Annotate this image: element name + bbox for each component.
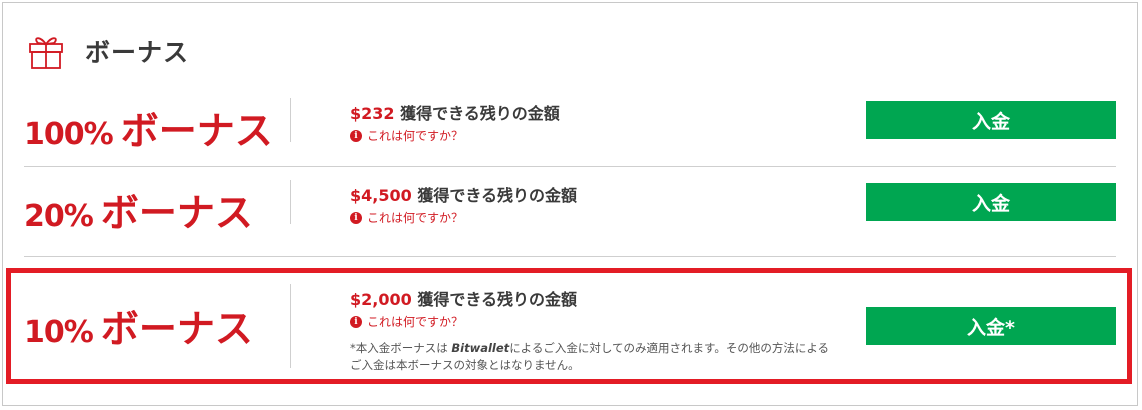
amount-line: $232 獲得できる残りの金額: [350, 100, 560, 124]
help-link-label[interactable]: これは何ですか？: [367, 127, 463, 144]
remaining-amount: $232: [350, 104, 395, 123]
amount-line: $4,500 獲得できる残りの金額: [350, 182, 577, 206]
info-icon: i: [350, 129, 362, 142]
bonus-percent: 10%: [24, 315, 94, 350]
deposit-button[interactable]: 入金: [866, 101, 1116, 139]
vertical-divider: [290, 284, 291, 368]
help-link[interactable]: i これは何ですか？: [350, 313, 840, 330]
amount-line: $2,000 獲得できる残りの金額: [350, 286, 840, 310]
bonus-row-100: 100% ボーナス $232 獲得できる残りの金額 i これは何ですか？ 入金: [24, 86, 1116, 166]
help-link-label[interactable]: これは何ですか？: [367, 209, 463, 226]
row-divider: [24, 256, 1116, 257]
bonus-name: 20% ボーナス: [24, 182, 253, 237]
bonus-name: 100% ボーナス: [24, 100, 273, 155]
remaining-amount: $2,000: [350, 290, 412, 309]
info-icon: i: [350, 315, 362, 328]
amount-label: 獲得できる残りの金額: [411, 186, 578, 205]
bonus-word: ボーナス: [120, 109, 273, 153]
section-title: ボーナス: [85, 38, 190, 67]
amount-label: 獲得できる残りの金額: [411, 290, 578, 309]
deposit-button[interactable]: 入金*: [866, 307, 1116, 345]
bonus-name: 10% ボーナス: [24, 298, 253, 353]
vertical-divider: [290, 180, 291, 224]
bonus-percent: 100%: [24, 117, 114, 152]
bonus-info: $2,000 獲得できる残りの金額 i これは何ですか？ *本入金ボーナスは B…: [350, 286, 840, 374]
bonus-note: *本入金ボーナスは Bitwalletによるご入金に対してのみ適用されます。その…: [350, 340, 840, 374]
remaining-amount: $4,500: [350, 186, 412, 205]
amount-label: 獲得できる残りの金額: [394, 104, 560, 123]
bonus-word: ボーナス: [100, 191, 253, 235]
deposit-button[interactable]: 入金: [866, 183, 1116, 221]
bonus-row-10: 10% ボーナス $2,000 獲得できる残りの金額 i これは何ですか？ *本入…: [24, 270, 1116, 380]
note-brand: Bitwallet: [451, 341, 510, 355]
vertical-divider: [290, 98, 291, 142]
bonus-row-20: 20% ボーナス $4,500 獲得できる残りの金額 i これは何ですか？ 入金: [24, 168, 1116, 254]
note-prefix: *本入金ボーナスは: [350, 341, 452, 355]
bonus-info: $232 獲得できる残りの金額 i これは何ですか？: [350, 100, 560, 144]
bonus-info: $4,500 獲得できる残りの金額 i これは何ですか？: [350, 182, 577, 226]
bonus-word: ボーナス: [100, 307, 253, 351]
bonus-percent: 20%: [24, 199, 94, 234]
gift-icon: [29, 37, 63, 69]
row-divider: [24, 166, 1116, 167]
section-header: ボーナス: [27, 33, 189, 69]
help-link[interactable]: i これは何ですか？: [350, 209, 577, 226]
info-icon: i: [350, 211, 362, 224]
help-link-label[interactable]: これは何ですか？: [367, 313, 463, 330]
help-link[interactable]: i これは何ですか？: [350, 127, 560, 144]
